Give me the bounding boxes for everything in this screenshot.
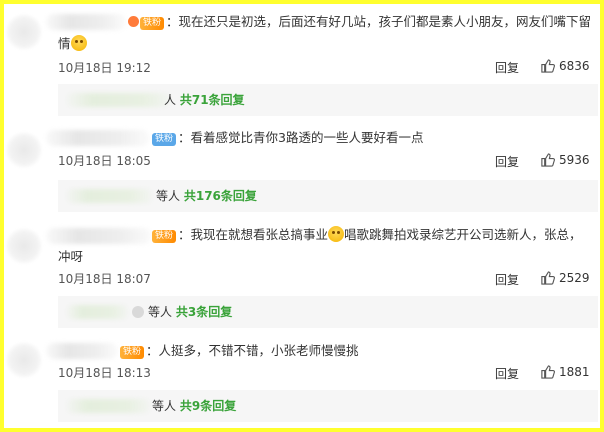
comment-item: 铁粉 ：看着感觉比青你3路透的一些人要好看一点 10月18日 18:05 回复 5…	[6, 124, 598, 226]
username[interactable]	[46, 14, 126, 30]
username[interactable]	[46, 228, 152, 244]
comment-time: 10月18日 18:13	[58, 366, 151, 380]
fan-badge: 铁粉	[152, 230, 177, 243]
username[interactable]	[46, 343, 118, 359]
thumbs-up-icon	[541, 365, 555, 379]
reply-usernames	[66, 189, 152, 203]
comment-text: 铁粉 ：看着感觉比青你3路透的一些人要好看一点	[152, 128, 423, 148]
reply-summary: 等人 共176条回复	[156, 189, 257, 203]
reply-button[interactable]: 回复	[495, 271, 519, 288]
thumbs-up-icon	[541, 153, 555, 167]
fan-badge: 铁粉	[120, 346, 145, 359]
like-button[interactable]: 2529	[540, 270, 590, 285]
username[interactable]	[46, 130, 150, 146]
thumbs-up-icon	[541, 271, 555, 285]
reply-usernames	[66, 305, 128, 319]
comment-text: 铁粉 ：我现在就想看张总搞事业 唱歌跳舞拍戏录综艺开公司选新人，张总，	[152, 225, 582, 245]
reply-count-link[interactable]: 共71条回复	[180, 93, 245, 107]
smile-emoji-icon	[70, 35, 87, 51]
fan-badge: 铁粉	[140, 17, 165, 30]
avatar[interactable]	[6, 342, 42, 378]
comment-text: 铁粉 ：人挺多，不错不错，小张老师慢慢挑	[120, 341, 359, 361]
fan-level-icon	[128, 16, 139, 27]
reply-preview[interactable]: 等人 共176条回复	[58, 180, 598, 212]
thumbs-up-icon	[541, 59, 555, 73]
reply-summary: 等人 共3条回复	[148, 305, 233, 319]
reply-count-link[interactable]: 共3条回复	[176, 305, 232, 319]
reply-button[interactable]: 回复	[495, 153, 519, 170]
reply-summary: 人 共71条回复	[164, 93, 245, 107]
comment-item: 铁粉 ：人挺多，不错不错，小张老师慢慢挑 10月18日 18:13 回复 1881…	[6, 338, 598, 428]
like-button[interactable]: 5936	[540, 152, 590, 167]
avatar[interactable]	[6, 132, 42, 168]
reply-usernames	[66, 399, 150, 413]
fan-badge: 铁粉	[152, 133, 177, 146]
comment-time: 10月18日 19:12	[58, 61, 151, 75]
like-button[interactable]: 6836	[540, 58, 590, 73]
reply-usernames	[66, 93, 171, 107]
reply-count-link[interactable]: 共176条回复	[184, 189, 257, 203]
smile-emoji-icon	[328, 226, 345, 242]
like-button[interactable]: 1881	[540, 364, 590, 379]
comment-item: 铁粉 ：现在还只是初选，后面还有好几站，孩子们都是素人小朋友，网友们嘴下留 情 1…	[6, 8, 598, 120]
reply-preview[interactable]: 等人 共9条回复	[58, 390, 598, 422]
reply-button[interactable]: 回复	[495, 59, 519, 76]
reply-preview[interactable]: 等人 共3条回复	[58, 296, 598, 328]
comment-text-continued: 冲呀	[58, 249, 84, 264]
comment-item: 铁粉 ：我现在就想看张总搞事业 唱歌跳舞拍戏录综艺开公司选新人，张总， 冲呀 10月…	[6, 222, 598, 334]
avatar[interactable]	[6, 228, 42, 264]
comment-text: 铁粉 ：现在还只是初选，后面还有好几站，孩子们都是素人小朋友，网友们嘴下留	[128, 12, 591, 32]
reply-button[interactable]: 回复	[495, 365, 519, 382]
reply-preview[interactable]: 人 共71条回复	[58, 84, 598, 116]
reply-summary: 等人 共9条回复	[152, 399, 237, 413]
reply-count-link[interactable]: 共9条回复	[180, 399, 236, 413]
reply-avatar-icon	[132, 306, 144, 318]
comment-text-continued: 情	[58, 34, 87, 54]
comment-time: 10月18日 18:07	[58, 272, 151, 286]
avatar[interactable]	[6, 14, 42, 50]
comment-time: 10月18日 18:05	[58, 154, 151, 168]
